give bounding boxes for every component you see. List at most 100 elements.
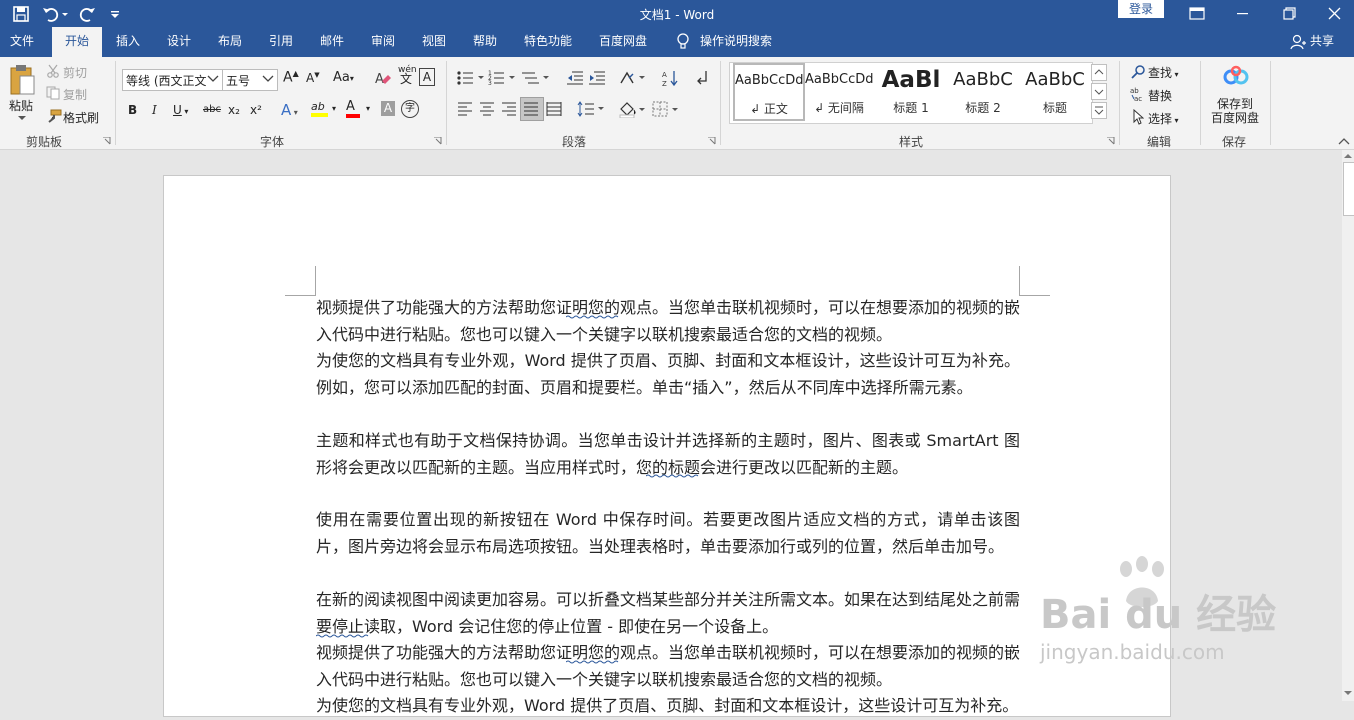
tab-review[interactable]: 审阅 (371, 27, 395, 57)
paste-dropdown-icon[interactable] (17, 115, 27, 121)
tab-home[interactable]: 开始 (52, 27, 102, 57)
line-spacing-icon[interactable] (577, 101, 605, 117)
ribbon-display-options-icon[interactable] (1174, 0, 1220, 27)
tab-help[interactable]: 帮助 (473, 27, 497, 57)
decrease-indent-icon[interactable] (566, 70, 584, 86)
subscript-button[interactable]: x₂ (228, 103, 240, 117)
font-color-dropdown[interactable]: ▾ (366, 104, 370, 113)
paste-icon[interactable] (8, 63, 38, 97)
scroll-up-arrow-icon[interactable] (1343, 152, 1353, 160)
clipboard-dialog-launcher-icon[interactable] (103, 137, 111, 145)
paragraph-dialog-launcher-icon[interactable] (708, 137, 716, 145)
styles-group-label: 样式 (899, 135, 924, 149)
font-family-select[interactable]: 等线 (西文正文) (122, 69, 223, 91)
tab-view[interactable]: 视图 (422, 27, 446, 57)
text-effects-button[interactable]: A ▾ (281, 101, 298, 119)
tab-insert[interactable]: 插入 (116, 27, 140, 57)
strikethrough-button[interactable]: abc (203, 104, 221, 115)
sort-icon[interactable]: AZ (662, 69, 680, 87)
clear-formatting-icon[interactable]: A (374, 69, 392, 87)
grow-font-button[interactable]: A▲ (283, 69, 299, 86)
style-title[interactable]: AaBbC 标题 (1021, 64, 1089, 118)
scroll-thumb[interactable] (1343, 162, 1354, 216)
shrink-font-icon: A (306, 71, 315, 85)
increase-indent-icon[interactable] (588, 70, 606, 86)
show-hide-marks-icon[interactable] (694, 69, 710, 87)
copy-button[interactable]: 复制 (63, 86, 87, 103)
save-to-baidu-button[interactable]: 保存到 百度网盘 (1210, 97, 1260, 125)
underline-button[interactable]: U ▾ (173, 103, 188, 117)
style-heading-1-sample: AaBl (881, 67, 941, 93)
svg-text:ac: ac (1134, 95, 1142, 102)
separator (115, 61, 116, 145)
document-paragraph: 使用在需要位置出现的新按钮在 Word 中保存时间。若要更改图片适应文档的方式，… (316, 510, 1020, 556)
minimize-icon[interactable] (1220, 0, 1266, 27)
style-heading-1[interactable]: AaBl 标题 1 (877, 64, 945, 118)
styles-scroll-down-icon[interactable] (1091, 83, 1107, 100)
shrink-font-button[interactable]: A▼ (306, 71, 320, 85)
italic-button[interactable]: I (152, 103, 157, 117)
character-shading-button[interactable]: A (381, 101, 395, 116)
close-icon[interactable] (1312, 0, 1354, 27)
style-heading-1-label: 标题 1 (893, 101, 929, 115)
replace-button[interactable]: 替换 (1148, 87, 1172, 104)
font-size-select[interactable]: 五号 (222, 69, 278, 91)
vertical-scrollbar[interactable] (1342, 150, 1354, 701)
style-normal-label: ↲ 正文 (750, 102, 788, 116)
tab-design[interactable]: 设计 (167, 27, 191, 57)
separator (1119, 61, 1120, 145)
tab-baidu-netdisk[interactable]: 百度网盘 (599, 27, 647, 57)
numbering-icon[interactable]: 123 (488, 70, 518, 86)
superscript-button[interactable]: x² (250, 103, 262, 117)
document-paragraph: 为使您的文档具有专业外观，Word 提供了页眉、页脚、封面和文本框设计，这些设计… (316, 696, 1019, 715)
tab-mailings[interactable]: 邮件 (320, 27, 344, 57)
tab-special-features[interactable]: 特色功能 (524, 27, 572, 57)
select-button[interactable]: 选择 ▾ (1148, 110, 1179, 127)
align-right-icon[interactable] (501, 102, 517, 116)
shading-icon[interactable] (618, 100, 648, 118)
character-border-button[interactable]: A (419, 68, 435, 86)
collapse-ribbon-icon[interactable] (1338, 137, 1350, 145)
style-no-spacing[interactable]: AaBbCcDd ↲ 无间隔 (805, 64, 873, 118)
tab-references[interactable]: 引用 (269, 27, 293, 57)
chinese-layout-icon[interactable] (619, 70, 647, 86)
tell-me-search[interactable]: 操作说明搜索 (700, 27, 772, 57)
cut-button[interactable]: 剪切 (63, 64, 87, 81)
scroll-down-arrow-icon[interactable] (1343, 689, 1353, 697)
font-color-button[interactable]: A (346, 99, 360, 118)
change-case-button[interactable]: Aa▾ (333, 70, 354, 85)
tab-file[interactable]: 文件 (10, 27, 50, 57)
find-button[interactable]: 查找 ▾ (1148, 64, 1179, 81)
bullets-icon[interactable] (456, 70, 486, 86)
tab-layout[interactable]: 布局 (218, 27, 242, 57)
align-center-icon[interactable] (479, 102, 495, 116)
enclose-characters-button[interactable]: 字 (401, 100, 419, 118)
login-button[interactable]: 登录 (1118, 0, 1164, 18)
svg-text:A: A (662, 71, 667, 79)
separator (446, 61, 447, 145)
format-painter-button[interactable]: 格式刷 (63, 109, 99, 126)
share-button[interactable]: 共享 (1310, 27, 1334, 57)
multilevel-list-icon[interactable] (521, 70, 551, 86)
paste-button[interactable]: 粘贴 (9, 97, 33, 114)
style-heading-2-sample: AaBbC (953, 69, 1013, 90)
style-heading-2[interactable]: AaBbC 标题 2 (949, 64, 1017, 118)
styles-scroll-up-icon[interactable] (1091, 64, 1107, 81)
align-left-icon[interactable] (457, 102, 473, 116)
distributed-icon[interactable] (546, 101, 562, 117)
style-heading-2-label: 标题 2 (965, 101, 1001, 115)
highlight-dropdown[interactable]: ▾ (332, 104, 336, 113)
restore-icon[interactable] (1266, 0, 1312, 27)
paragraph-group-label: 段落 (562, 135, 587, 149)
select-label: 选择 (1148, 112, 1173, 126)
borders-icon[interactable] (651, 100, 681, 118)
ribbon-tabs: 文件 开始 插入 设计 布局 引用 邮件 审阅 视图 帮助 特色功能 百度网盘 … (0, 27, 1354, 57)
style-normal[interactable]: AaBbCcDd ↲ 正文 (733, 63, 805, 121)
bold-button[interactable]: B (128, 103, 137, 117)
font-dialog-launcher-icon[interactable] (434, 137, 442, 145)
highlight-button[interactable]: ab (311, 99, 328, 117)
styles-more-icon[interactable] (1091, 102, 1107, 119)
styles-dialog-launcher-icon[interactable] (1107, 137, 1115, 145)
document-page[interactable]: 视频提供了功能强大的方法帮助您证明您的观点。当您单击联机视频时，可以在想要添加的… (163, 175, 1171, 717)
phonetic-guide-button[interactable]: wén 文 (398, 66, 417, 86)
